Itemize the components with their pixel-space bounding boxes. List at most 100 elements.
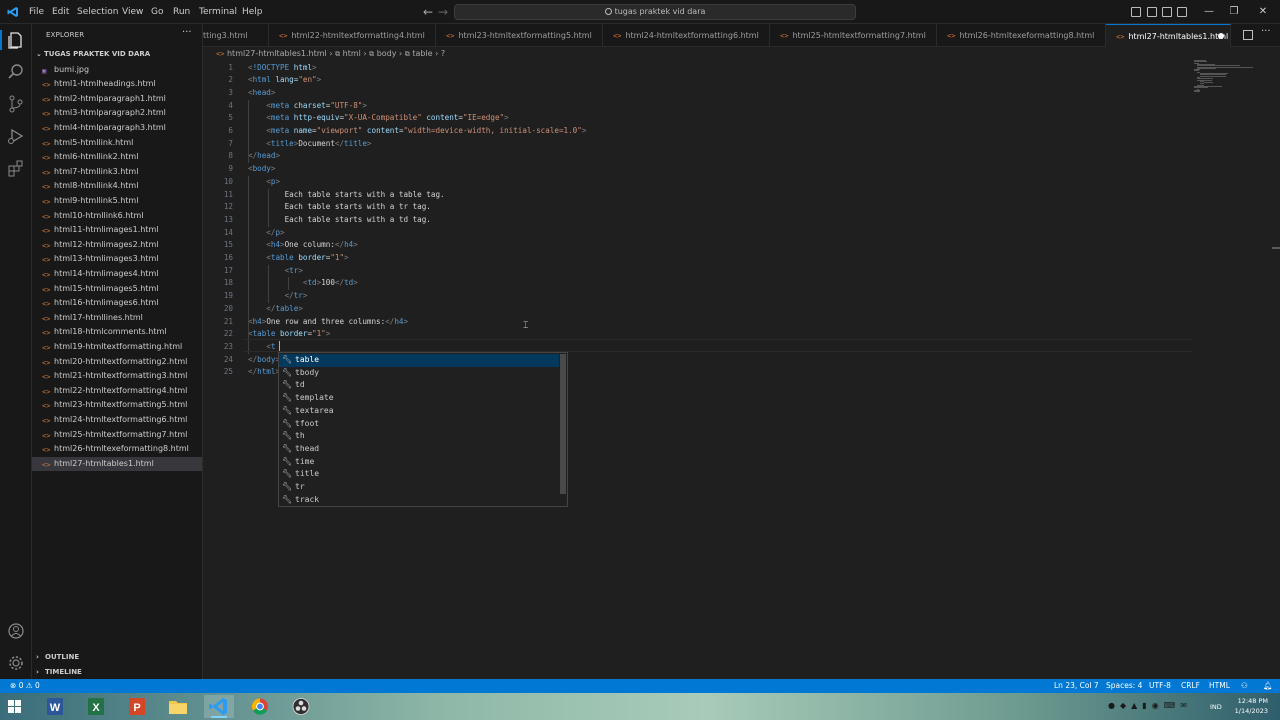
problems-indicator[interactable]: ⊗ 0 ⚠ 0: [10, 679, 40, 693]
tab-html27-active[interactable]: <> html27-htmltables1.html: [1106, 24, 1231, 47]
file-item[interactable]: <> html8-htmllink4.html: [32, 179, 202, 194]
tab-html21[interactable]: tting3.html: [203, 24, 269, 47]
file-item[interactable]: <> html4-htmlparagraph3.html: [32, 121, 202, 136]
breadcrumb-html[interactable]: html: [343, 49, 361, 58]
code-line[interactable]: <h4>One column:</h4>: [248, 239, 358, 252]
file-item[interactable]: <> html2-htmlparagraph1.html: [32, 92, 202, 107]
toggle-secondary-sidebar-icon[interactable]: [1162, 7, 1172, 17]
suggest-scrollbar[interactable]: [560, 354, 566, 494]
more-actions-icon[interactable]: ···: [1261, 26, 1271, 37]
file-item[interactable]: <> html27-htmltables1.html: [32, 456, 202, 472]
menu-go[interactable]: Go: [151, 0, 163, 24]
search-icon[interactable]: [6, 62, 26, 82]
accounts-icon[interactable]: [6, 621, 26, 641]
file-item[interactable]: <> html15-htmlimages5.html: [32, 282, 202, 297]
obs-app-icon[interactable]: [286, 695, 316, 718]
menu-view[interactable]: View: [122, 0, 143, 24]
encoding[interactable]: UTF-8: [1149, 679, 1171, 693]
suggestion-item[interactable]: 🔧︎ thead: [279, 443, 559, 456]
code-line[interactable]: </body>: [248, 354, 280, 367]
code-line[interactable]: <head>: [248, 87, 275, 100]
file-item[interactable]: <> html11-htmlimages1.html: [32, 223, 202, 238]
file-item[interactable]: <> html5-htmllink.html: [32, 136, 202, 151]
suggestion-item[interactable]: 🔧︎ track: [279, 494, 559, 507]
file-item[interactable]: <> html21-htmltextformatting3.html: [32, 369, 202, 384]
file-item[interactable]: <> html14-htmlimages4.html: [32, 267, 202, 282]
tab-html25[interactable]: <> html25-htmltextformatting7.html: [770, 24, 937, 47]
toggle-panel-icon[interactable]: [1147, 7, 1157, 17]
suggestion-item[interactable]: 🔧︎ td: [279, 379, 559, 392]
command-center-search[interactable]: tugas praktek vid dara: [454, 4, 856, 20]
code-line[interactable]: </table>: [248, 303, 303, 316]
tab-html22[interactable]: <> html22-htmltextformatting4.html: [269, 24, 436, 47]
code-line[interactable]: <html lang="en">: [248, 74, 321, 87]
suggestion-item[interactable]: 🔧︎ tfoot: [279, 418, 559, 431]
menu-file[interactable]: File: [29, 0, 44, 24]
explorer-icon[interactable]: [6, 30, 26, 50]
timeline-section[interactable]: › TIMELINE: [36, 665, 82, 679]
code-line[interactable]: <h4>One row and three columns:</h4>: [248, 316, 408, 329]
suggestion-item[interactable]: 🔧︎ textarea: [279, 405, 559, 418]
file-item[interactable]: <> html3-htmlparagraph2.html: [32, 106, 202, 121]
file-item[interactable]: <> html25-htmltextformatting7.html: [32, 428, 202, 443]
file-item[interactable]: <> html18-htmlcomments.html: [32, 325, 202, 340]
code-line[interactable]: Each table starts with a table tag.: [248, 189, 445, 202]
suggestion-item[interactable]: 🔧︎ time: [279, 456, 559, 469]
code-line[interactable]: </head>: [248, 150, 280, 163]
workspace-folder-header[interactable]: ⌄ TUGAS PRAKTEK VID DARA: [36, 47, 150, 61]
suggestion-item[interactable]: 🔧︎ th: [279, 430, 559, 443]
file-item[interactable]: <> html22-htmltextformatting4.html: [32, 384, 202, 399]
close-icon[interactable]: ✕: [1252, 0, 1274, 24]
tab-html24[interactable]: <> html24-htmltextformatting6.html: [603, 24, 770, 47]
menu-edit[interactable]: Edit: [52, 0, 69, 24]
autocomplete-suggest-widget[interactable]: 🔧︎ table 🔧︎ tbody 🔧︎ td 🔧︎ template 🔧︎ textarea 🔧︎…: [278, 352, 568, 507]
system-clock[interactable]: 12:48 PM 1/14/2023: [1235, 696, 1268, 716]
minimize-icon[interactable]: —: [1198, 0, 1220, 24]
code-line[interactable]: </p>: [248, 227, 284, 240]
minimap[interactable]: [1194, 60, 1266, 100]
code-line[interactable]: <title>Document</title>: [248, 138, 371, 151]
tray-icons[interactable]: ●◆▲▮◉⌨✉: [1108, 701, 1192, 710]
file-item[interactable]: <> html1-htmlheadings.html: [32, 77, 202, 92]
file-explorer-app-icon[interactable]: [163, 695, 193, 718]
code-line[interactable]: <td>100</td>: [248, 277, 358, 290]
source-control-icon[interactable]: [6, 94, 26, 114]
code-line[interactable]: <body>: [248, 163, 275, 176]
tab-html26[interactable]: <> html26-htmltexeformatting8.html: [937, 24, 1106, 47]
file-item[interactable]: <> html23-htmltextformatting5.html: [32, 398, 202, 413]
file-item[interactable]: <> html6-htmllink2.html: [32, 150, 202, 165]
word-app-icon[interactable]: W: [40, 695, 70, 718]
toggle-sidebar-icon[interactable]: [1131, 7, 1141, 17]
file-item[interactable]: <> html24-htmltextformatting6.html: [32, 413, 202, 428]
vscode-app-icon[interactable]: [204, 695, 234, 718]
windows-start-icon[interactable]: [8, 700, 21, 713]
notifications-bell-icon[interactable]: 🔔︎: [1263, 679, 1273, 693]
more-actions-icon[interactable]: ···: [182, 27, 192, 38]
unsaved-dot-icon[interactable]: [1218, 33, 1224, 39]
menu-run[interactable]: Run: [173, 0, 190, 24]
split-editor-icon[interactable]: [1243, 30, 1253, 40]
run-debug-icon[interactable]: [6, 126, 26, 146]
file-item[interactable]: <> html16-htmlimages6.html: [32, 296, 202, 311]
menu-help[interactable]: Help: [242, 0, 263, 24]
settings-gear-icon[interactable]: [6, 653, 26, 673]
excel-app-icon[interactable]: X: [81, 695, 111, 718]
end-of-line[interactable]: CRLF: [1181, 679, 1200, 693]
file-item[interactable]: <> html17-htmllines.html: [32, 311, 202, 326]
feedback-icon[interactable]: ⚇: [1241, 679, 1248, 693]
code-line[interactable]: Each table starts with a td tag.: [248, 214, 431, 227]
file-item[interactable]: <> html12-htmlimages2.html: [32, 238, 202, 253]
file-item[interactable]: <> html10-htmllink6.html: [32, 209, 202, 224]
file-item[interactable]: <> html13-htmlimages3.html: [32, 252, 202, 267]
code-line[interactable]: Each table starts with a tr tag.: [248, 201, 431, 214]
code-line[interactable]: <meta charset="UTF-8">: [248, 100, 367, 113]
cursor-position[interactable]: Ln 23, Col 7: [1054, 679, 1099, 693]
file-item[interactable]: <> html7-htmllink3.html: [32, 165, 202, 180]
code-line[interactable]: <meta http-equiv="X-UA-Compatible" conte…: [248, 112, 508, 125]
suggestion-item[interactable]: 🔧︎ title: [279, 468, 559, 481]
indentation[interactable]: Spaces: 4: [1106, 679, 1142, 693]
breadcrumb-file[interactable]: html27-htmltables1.html: [227, 49, 327, 58]
vertical-scrollbar[interactable]: [1272, 60, 1280, 679]
suggestion-item[interactable]: 🔧︎ template: [279, 392, 559, 405]
back-arrow-icon[interactable]: ←: [421, 4, 435, 20]
